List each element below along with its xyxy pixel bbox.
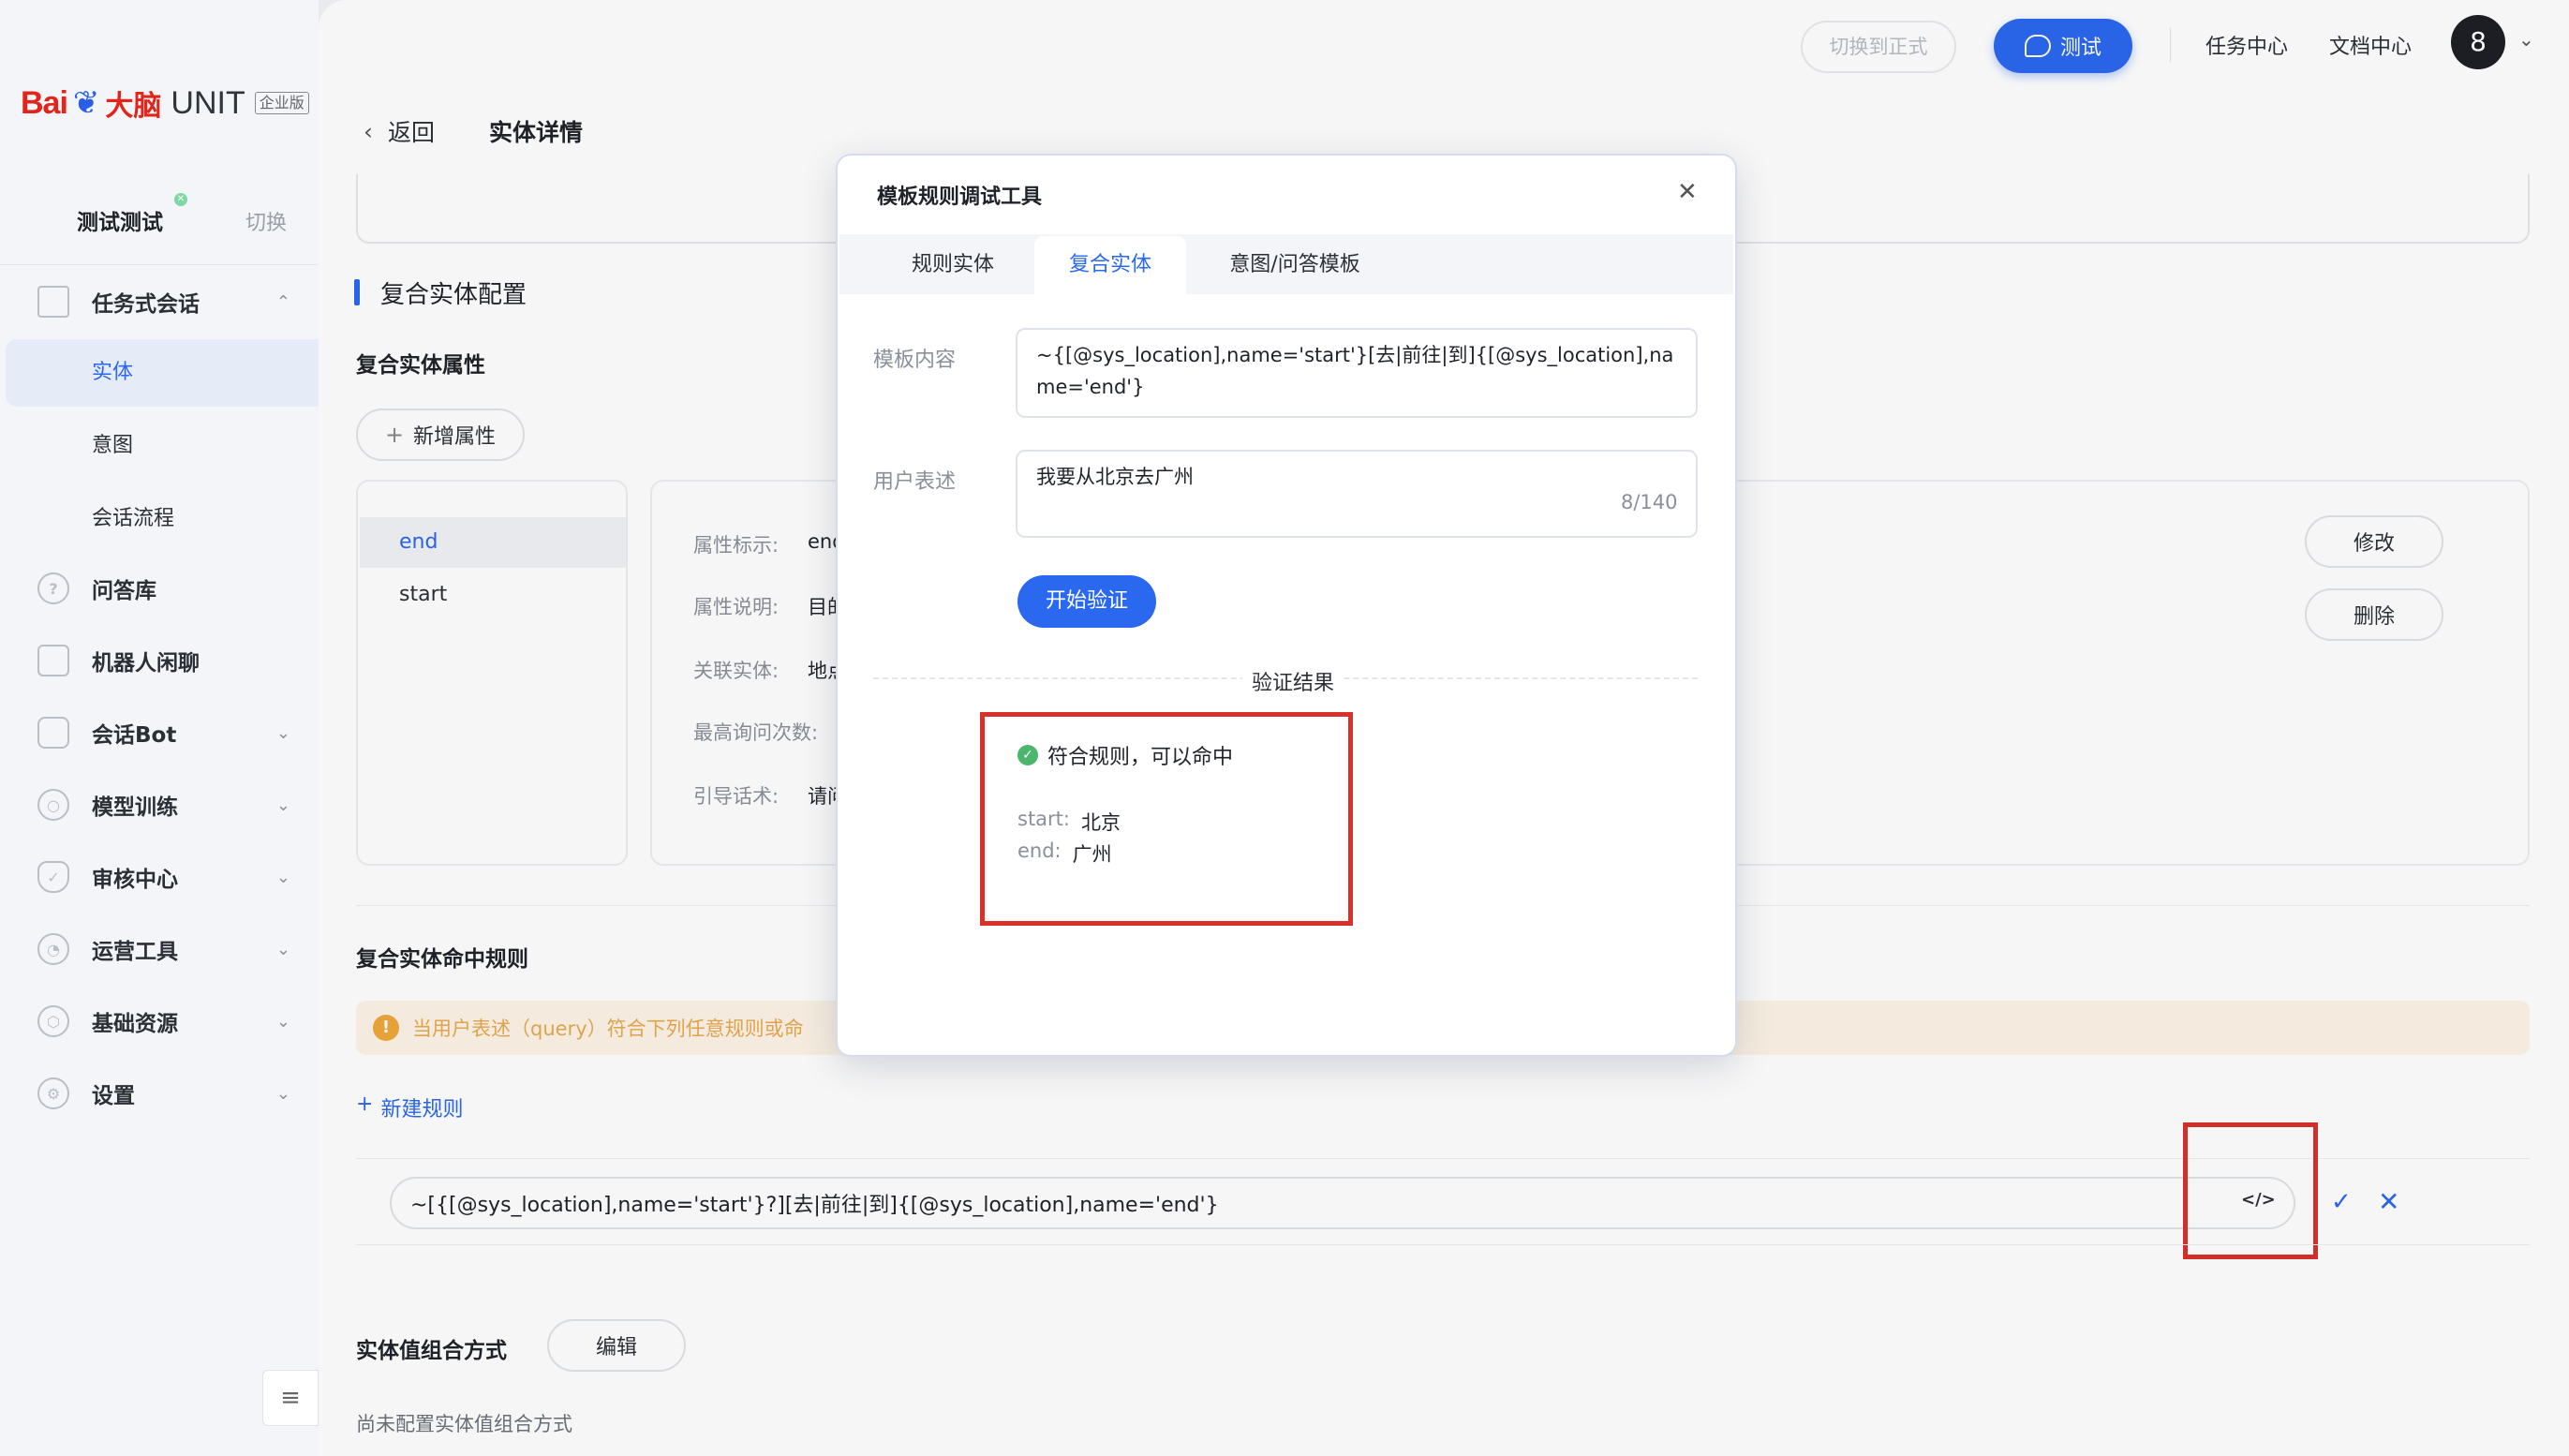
- result-value: 北京: [1081, 811, 1121, 834]
- result-key: end:: [1017, 839, 1062, 862]
- nav-qa[interactable]: ? 问答库: [37, 568, 290, 609]
- collapse-sidebar-button[interactable]: ≡: [262, 1370, 319, 1426]
- nav-ops[interactable]: ◔ 运营工具 ⌄: [37, 929, 290, 970]
- sidebar: Bai ❦ 大脑 UNIT 企业版 测试测试 ✕ 切换 任务式会话 ⌃ 实体 意…: [0, 0, 319, 1456]
- close-icon[interactable]: ✕: [1677, 178, 1698, 206]
- nav-resources[interactable]: ⬡ 基础资源 ⌄: [37, 1001, 290, 1042]
- chat-icon: [37, 645, 69, 676]
- brand-dn: 大脑: [105, 90, 162, 123]
- nav-label: 设置: [92, 1084, 135, 1108]
- start-verify-button[interactable]: 开始验证: [1017, 575, 1156, 628]
- nav-label: 会话Bot: [92, 723, 177, 748]
- settings-icon: ⚙: [37, 1077, 69, 1109]
- template-value: ~{[@sys_location],name='start'}[去|前往|到]{…: [1036, 344, 1674, 398]
- chevron-down-icon: ⌄: [275, 1083, 290, 1104]
- task-dialog-icon: [37, 286, 69, 318]
- nav-task-dialog[interactable]: 任务式会话 ⌃: [37, 281, 290, 322]
- nav-label: 问答库: [92, 579, 156, 603]
- nav-entity[interactable]: 实体: [92, 354, 133, 392]
- nav-review[interactable]: ✓ 审核中心 ⌄: [37, 856, 290, 898]
- tab-composite-entity[interactable]: 复合实体: [1034, 236, 1186, 294]
- tab-rule-entity[interactable]: 规则实体: [881, 236, 1025, 294]
- chevron-down-icon: ⌄: [275, 1011, 290, 1032]
- nav-label: 审核中心: [92, 868, 178, 892]
- paw-icon: ❦: [72, 84, 100, 122]
- result-row: end: 广州: [1017, 839, 1112, 868]
- nav-label: 模型训练: [92, 795, 178, 820]
- nav-label: 机器人闲聊: [92, 651, 200, 676]
- chevron-down-icon: ⌄: [275, 939, 290, 959]
- chevron-down-icon: ⌄: [275, 867, 290, 887]
- nav-dialog-flow[interactable]: 会话流程: [92, 500, 174, 538]
- nav-intent[interactable]: 意图: [92, 427, 133, 465]
- nav-label: 运营工具: [92, 940, 178, 964]
- workspace-status-icon: ✕: [174, 193, 187, 206]
- ops-icon: ◔: [37, 933, 69, 965]
- resource-icon: ⬡: [37, 1005, 69, 1037]
- result-value: 广州: [1072, 843, 1112, 866]
- workspace-name: 测试测试: [77, 211, 163, 235]
- chevron-down-icon: ⌄: [275, 795, 290, 815]
- brand-bai: Bai: [21, 84, 68, 121]
- review-icon: ✓: [37, 861, 69, 893]
- utterance-value: 我要从北京去广州: [1036, 466, 1194, 488]
- model-icon: ○: [37, 789, 69, 821]
- collapse-icon: ≡: [280, 1384, 301, 1412]
- char-counter: 8/140: [1621, 491, 1678, 513]
- nav-label: 任务式会话: [92, 292, 200, 317]
- brand-logo[interactable]: Bai ❦ 大脑 UNIT 企业版: [21, 82, 309, 124]
- nav-bot[interactable]: 会话Bot ⌄: [37, 712, 290, 753]
- result-status: ✓ 符合规则，可以命中: [1017, 740, 1233, 770]
- result-row: start: 北京: [1017, 808, 1121, 836]
- chevron-up-icon: ⌃: [275, 291, 290, 312]
- modal-title: 模板规则调试工具: [877, 186, 1043, 209]
- template-textarea[interactable]: ~{[@sys_location],name='start'}[去|前往|到]{…: [1016, 328, 1698, 418]
- tab-intent-qa-template[interactable]: 意图/问答模板: [1203, 236, 1387, 294]
- divider: [0, 264, 319, 265]
- result-title: 验证结果: [1242, 666, 1344, 696]
- utterance-textarea[interactable]: 我要从北京去广州: [1016, 450, 1698, 538]
- nav-settings[interactable]: ⚙ 设置 ⌄: [37, 1073, 290, 1114]
- result-key: start:: [1017, 808, 1070, 830]
- utterance-label: 用户表述: [873, 470, 957, 494]
- workspace-switch-link[interactable]: 切换: [245, 206, 287, 236]
- active-item-highlight: [6, 339, 319, 407]
- qa-icon: ?: [37, 572, 69, 604]
- result-status-text: 符合规则，可以命中: [1047, 746, 1234, 769]
- chevron-down-icon: ⌄: [275, 722, 290, 743]
- bot-icon: [37, 717, 69, 749]
- check-circle-icon: ✓: [1017, 745, 1038, 765]
- template-label: 模板内容: [873, 349, 957, 372]
- brand-unit: UNIT: [171, 84, 245, 121]
- nav-chat[interactable]: 机器人闲聊: [37, 640, 290, 681]
- brand-edition-badge: 企业版: [254, 92, 309, 114]
- nav-label: 基础资源: [92, 1012, 178, 1036]
- nav-model[interactable]: ○ 模型训练 ⌄: [37, 784, 290, 825]
